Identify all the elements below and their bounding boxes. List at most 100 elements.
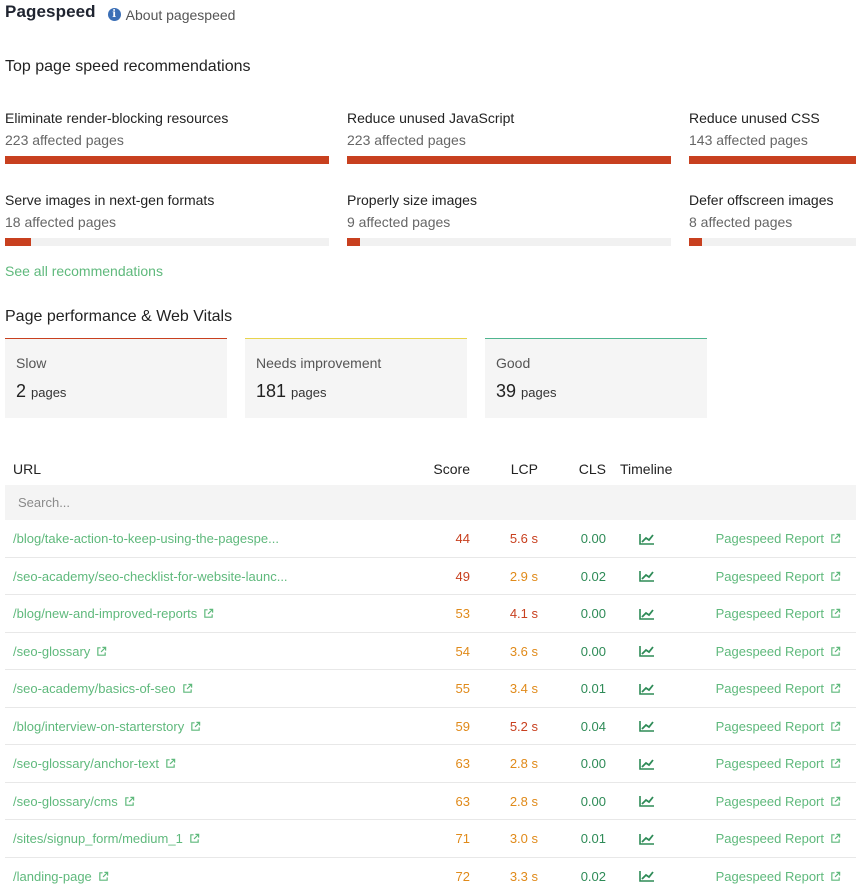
recommendation-bar (5, 156, 329, 164)
timeline-chart-icon[interactable] (639, 758, 655, 770)
page-header: Pagespeed i About pagespeed (5, 2, 235, 26)
page-url: /sites/signup_form/medium_1 (13, 831, 183, 846)
column-header-url[interactable]: URL (13, 461, 41, 477)
external-link-icon (831, 683, 841, 693)
timeline-button[interactable] (639, 858, 659, 890)
performance-card-needs-improvement[interactable]: Needs improvement 181 pages (245, 338, 467, 418)
page-url-link[interactable]: /blog/take-action-to-keep-using-the-page… (13, 520, 313, 557)
timeline-chart-icon[interactable] (639, 645, 655, 657)
recommendation-bar (5, 238, 329, 246)
search-input[interactable] (18, 495, 418, 510)
page-url: /seo-glossary/cms (13, 793, 118, 809)
pagespeed-report-link[interactable]: Pagespeed Report (716, 783, 841, 820)
timeline-button[interactable] (639, 708, 659, 745)
recommendation-bar-fill (689, 238, 702, 246)
column-header-cls[interactable]: CLS (579, 461, 606, 477)
card-label: Needs improvement (256, 355, 382, 371)
pagespeed-report-link[interactable]: Pagespeed Report (716, 633, 841, 670)
external-link-icon (831, 758, 841, 768)
page-url-link[interactable]: /seo-glossary/anchor-text (13, 745, 313, 782)
timeline-chart-icon[interactable] (639, 795, 655, 807)
pagespeed-report-link[interactable]: Pagespeed Report (716, 858, 841, 890)
pagespeed-report-link[interactable]: Pagespeed Report (716, 520, 841, 557)
column-header-score[interactable]: Score (433, 461, 470, 477)
performance-card-good[interactable]: Good 39 pages (485, 338, 707, 418)
recommendation-bar-fill (5, 238, 31, 246)
page-url: /blog/take-action-to-keep-using-the-page… (13, 531, 279, 546)
pagespeed-report-label: Pagespeed Report (715, 868, 824, 884)
card-unit: pages (31, 385, 67, 400)
page-title: Pagespeed (5, 2, 96, 21)
performance-title: Page performance & Web Vitals (5, 308, 233, 325)
page-url-link[interactable]: /seo-glossary/cms (13, 783, 313, 820)
page-url: /seo-glossary (13, 643, 91, 659)
external-link-icon (831, 833, 841, 843)
timeline-button[interactable] (639, 783, 659, 820)
table-row: /seo-glossary 54 3.6 s 0.00 Pagespeed Report (5, 633, 856, 670)
page-url: /seo-academy/basics-of-seo (13, 681, 176, 696)
recommendation-title: Eliminate render-blocking resources (5, 110, 229, 126)
page-url-link[interactable]: /seo-glossary (13, 633, 313, 670)
card-label: Good (496, 355, 531, 371)
timeline-button[interactable] (639, 595, 659, 632)
recommendation-item[interactable]: Eliminate render-blocking resources 223 a… (5, 108, 329, 164)
recommendation-count: 143 affected pages (689, 132, 808, 148)
lcp-value: 5.6 s (509, 531, 538, 546)
page-url-link[interactable]: /blog/interview-on-starterstory (13, 708, 313, 745)
timeline-button[interactable] (639, 670, 659, 707)
page-url-link[interactable]: /seo-academy/seo-checklist-for-website-l… (13, 558, 313, 595)
pagespeed-report-link[interactable]: Pagespeed Report (716, 558, 841, 595)
page-url-link[interactable]: /landing-page (13, 858, 313, 890)
pagespeed-report-label: Pagespeed Report (715, 793, 824, 809)
timeline-button[interactable] (639, 745, 659, 782)
performance-card-slow[interactable]: Slow 2 pages (5, 338, 227, 418)
recommendation-item[interactable]: Serve images in next-gen formats 18 affec… (5, 190, 329, 246)
recommendation-bar (347, 156, 671, 164)
recommendation-title: Defer offscreen images (689, 192, 834, 208)
recommendation-item[interactable]: Reduce unused JavaScript 223 affected pag… (347, 108, 671, 164)
external-link-icon (182, 683, 192, 693)
timeline-chart-icon[interactable] (639, 683, 655, 695)
page-url-link[interactable]: /blog/new-and-improved-reports (13, 595, 313, 632)
pagespeed-report-label: Pagespeed Report (715, 831, 824, 846)
score-value: 44 (455, 531, 470, 546)
column-header-lcp[interactable]: LCP (511, 461, 538, 477)
recommendation-count: 8 affected pages (689, 214, 793, 230)
recommendation-item[interactable]: Defer offscreen images 8 affected pages (689, 190, 856, 246)
timeline-button[interactable] (639, 520, 659, 557)
lcp-value: 2.8 s (509, 756, 538, 771)
pagespeed-report-label: Pagespeed Report (715, 643, 824, 659)
page-url-link[interactable]: /sites/signup_form/medium_1 (13, 820, 313, 857)
pagespeed-report-link[interactable]: Pagespeed Report (716, 708, 841, 745)
page-url-link[interactable]: /seo-academy/basics-of-seo (13, 670, 313, 707)
timeline-button[interactable] (639, 633, 659, 670)
timeline-chart-icon[interactable] (639, 608, 655, 620)
pagespeed-report-link[interactable]: Pagespeed Report (716, 745, 841, 782)
info-icon: i (107, 8, 121, 21)
timeline-chart-icon[interactable] (639, 533, 655, 545)
pages-table: URL Score LCP CLS Timeline /blog/take-ac… (5, 452, 856, 890)
pagespeed-report-link[interactable]: Pagespeed Report (716, 670, 841, 707)
timeline-chart-icon[interactable] (639, 720, 655, 732)
pagespeed-report-link[interactable]: Pagespeed Report (716, 595, 841, 632)
card-unit: pages (291, 385, 327, 400)
timeline-chart-icon[interactable] (639, 870, 655, 882)
pagespeed-report-label: Pagespeed Report (715, 568, 824, 584)
lcp-value: 3.4 s (509, 681, 538, 696)
page-url: /blog/interview-on-starterstory (13, 718, 185, 734)
see-all-recommendations-link[interactable]: See all recommendations (5, 263, 163, 279)
performance-cards: Slow 2 pages Needs improvement 181 pages Good 3… (5, 338, 725, 418)
timeline-button[interactable] (639, 820, 659, 857)
score-value: 63 (455, 756, 470, 771)
pagespeed-report-link[interactable]: Pagespeed Report (716, 820, 841, 857)
table-row: /seo-glossary/anchor-text 63 2.8 s 0.00 Page… (5, 745, 856, 783)
recommendation-item[interactable]: Properly size images 9 affected pages (347, 190, 671, 246)
external-link-icon (124, 796, 134, 806)
about-pagespeed-link[interactable]: i About pagespeed (107, 7, 235, 23)
recommendation-item[interactable]: Reduce unused CSS 143 affected pages (689, 108, 856, 164)
timeline-chart-icon[interactable] (639, 833, 655, 845)
timeline-chart-icon[interactable] (639, 570, 655, 582)
timeline-button[interactable] (639, 558, 659, 595)
recommendation-count: 223 affected pages (347, 132, 466, 148)
recommendation-title: Serve images in next-gen formats (5, 192, 215, 208)
